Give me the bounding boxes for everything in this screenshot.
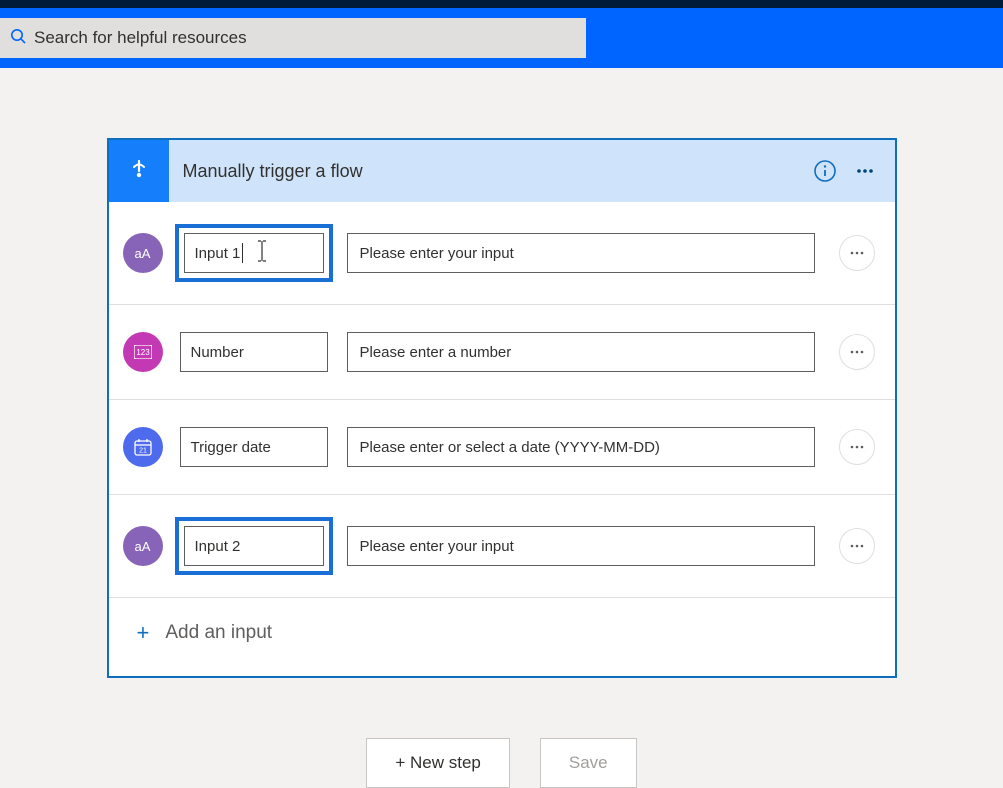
search-box[interactable] xyxy=(0,18,586,58)
search-input[interactable] xyxy=(34,28,576,48)
input-name-wrap: Input 1 xyxy=(175,224,333,282)
footer-buttons: + New step Save xyxy=(366,738,636,788)
card-menu-button[interactable] xyxy=(849,155,881,187)
plus-icon: + xyxy=(137,620,150,646)
trigger-card: Manually trigger a flow aA Input 1 Pleas… xyxy=(107,138,897,678)
add-input-label: Add an input xyxy=(165,622,272,644)
input-row: aA Input 1 Please enter your input xyxy=(109,202,895,305)
number-type-icon: 123 xyxy=(123,332,163,372)
flow-canvas: Manually trigger a flow aA Input 1 Pleas… xyxy=(0,68,1003,788)
input-name-field[interactable]: Trigger date xyxy=(180,427,328,467)
input-name-value: Input 1 xyxy=(195,245,241,262)
input-name-wrap: Number xyxy=(175,327,333,377)
info-icon[interactable] xyxy=(809,155,841,187)
input-name-field[interactable]: Input 2 xyxy=(184,526,324,566)
svg-text:21: 21 xyxy=(139,448,147,455)
input-placeholder-field[interactable]: Please enter your input xyxy=(347,526,815,566)
save-button[interactable]: Save xyxy=(540,738,637,788)
input-name-field[interactable]: Input 1 xyxy=(184,233,324,273)
text-cursor-icon xyxy=(257,240,267,266)
svg-text:123: 123 xyxy=(136,348,150,357)
search-icon xyxy=(10,28,26,49)
text-type-icon: aA xyxy=(123,233,163,273)
input-placeholder-field[interactable]: Please enter a number xyxy=(347,332,815,372)
text-caret-icon xyxy=(242,243,243,263)
input-placeholder-field[interactable]: Please enter your input xyxy=(347,233,815,273)
input-row: 123 Number Please enter a number xyxy=(109,305,895,400)
row-menu-button[interactable] xyxy=(839,334,875,370)
row-menu-button[interactable] xyxy=(839,528,875,564)
input-placeholder-field[interactable]: Please enter or select a date (YYYY-MM-D… xyxy=(347,427,815,467)
text-type-icon: aA xyxy=(123,526,163,566)
card-title: Manually trigger a flow xyxy=(183,161,809,182)
card-header[interactable]: Manually trigger a flow xyxy=(109,140,895,202)
new-step-button[interactable]: + New step xyxy=(366,738,510,788)
input-row: 21 Trigger date Please enter or select a… xyxy=(109,400,895,495)
row-menu-button[interactable] xyxy=(839,429,875,465)
date-type-icon: 21 xyxy=(123,427,163,467)
row-menu-button[interactable] xyxy=(839,235,875,271)
input-row: aA Input 2 Please enter your input xyxy=(109,495,895,598)
add-input-button[interactable]: + Add an input xyxy=(109,598,895,676)
input-name-wrap: Input 2 xyxy=(175,517,333,575)
top-bar xyxy=(0,0,1003,68)
input-name-field[interactable]: Number xyxy=(180,332,328,372)
input-name-wrap: Trigger date xyxy=(175,422,333,472)
trigger-icon xyxy=(109,140,169,202)
